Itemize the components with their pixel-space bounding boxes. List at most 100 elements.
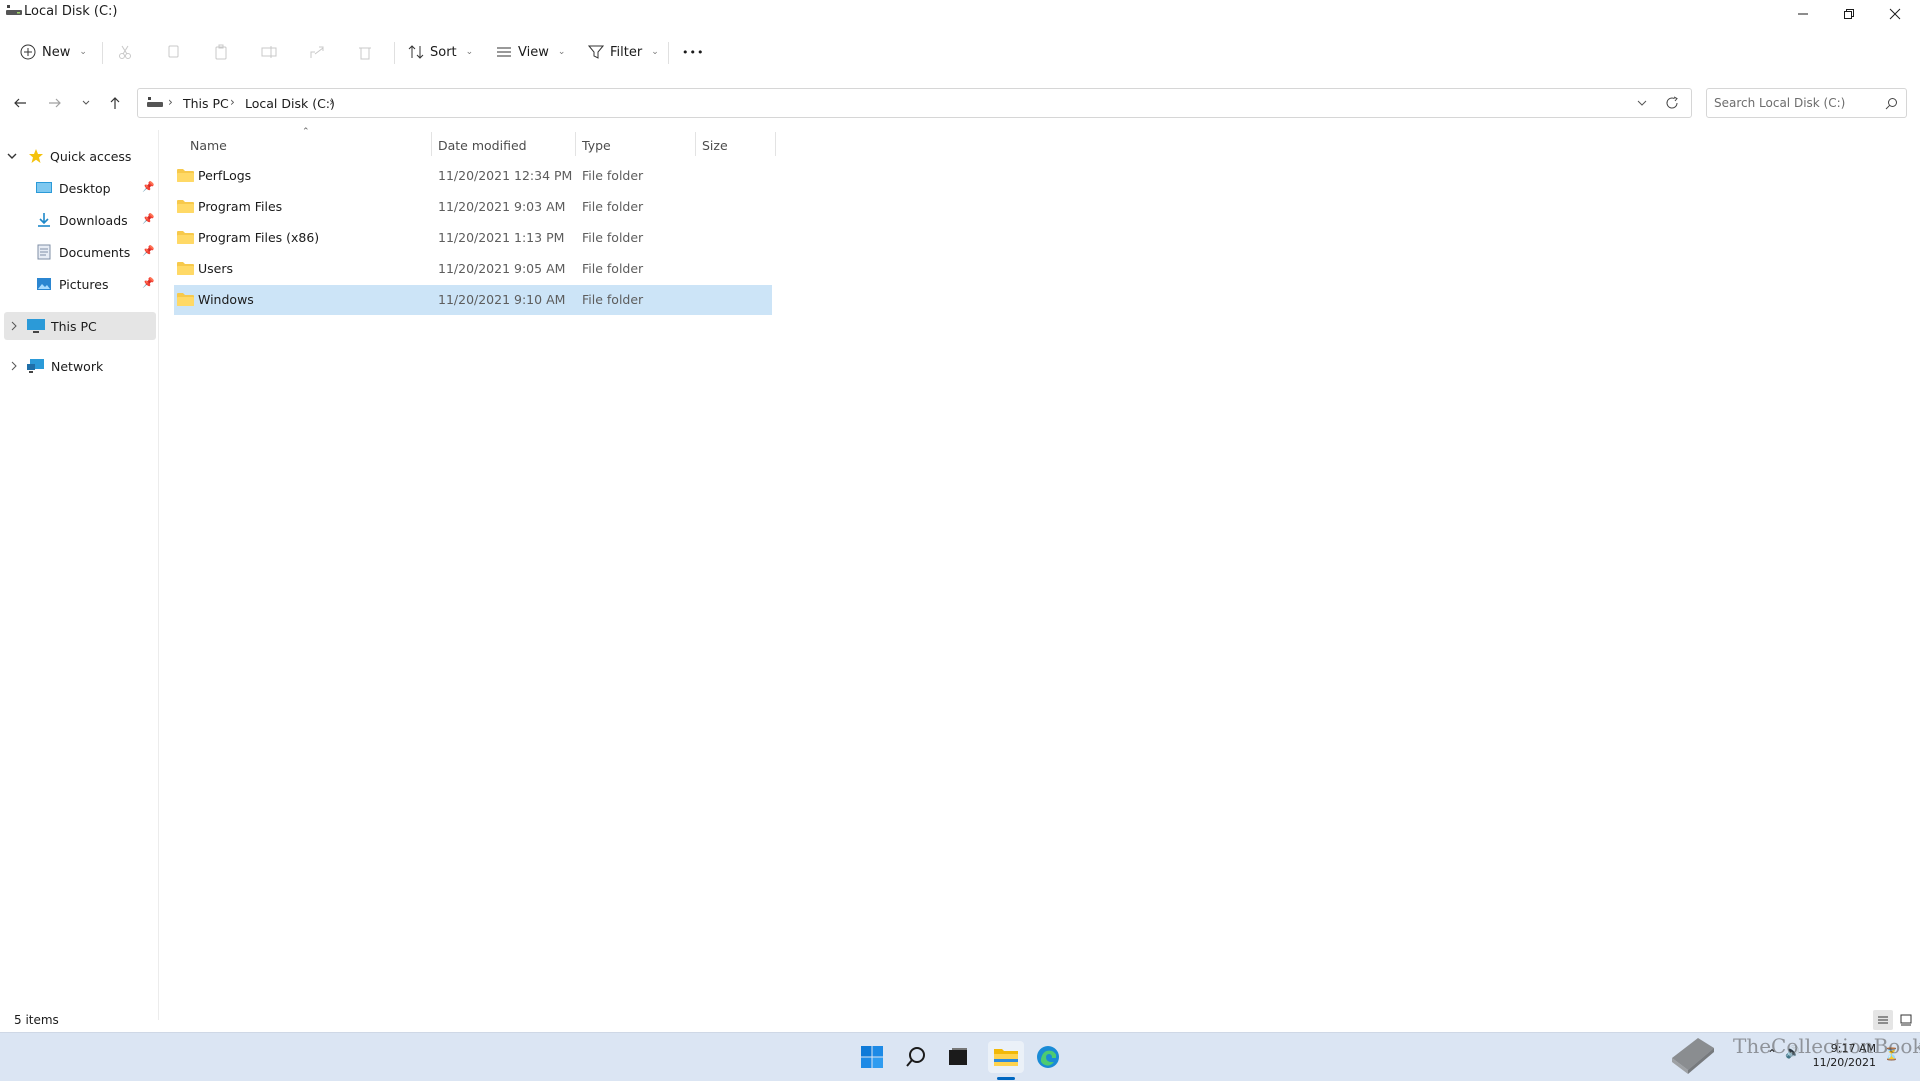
column-divider[interactable] (431, 132, 432, 156)
file-type: File folder (582, 261, 644, 276)
copy-icon[interactable] (161, 40, 185, 64)
nav-network[interactable]: Network (4, 352, 156, 380)
tiles-view-button[interactable] (1896, 1010, 1916, 1030)
edge-button[interactable] (1032, 1041, 1064, 1073)
nav-item-pictures[interactable]: Pictures 📌 (36, 270, 156, 298)
filter-label: Filter (610, 44, 643, 60)
file-explorer-icon (994, 1049, 1018, 1066)
folder-icon (177, 231, 194, 244)
breadcrumb-separator: › (230, 95, 235, 109)
folder-icon (177, 262, 194, 275)
view-label: View (518, 44, 549, 60)
file-explorer-button[interactable] (988, 1041, 1024, 1073)
file-row[interactable]: Users 11/20/2021 9:05 AM File folder (174, 254, 772, 284)
rename-icon[interactable] (257, 40, 281, 64)
chevron-down-icon (82, 100, 90, 105)
window-title: Local Disk (C:) (24, 4, 118, 19)
sort-label: Sort (430, 44, 457, 60)
delete-icon[interactable] (353, 40, 377, 64)
file-row[interactable]: Program Files (x86) 11/20/2021 1:13 PM F… (174, 223, 772, 253)
nav-item-desktop[interactable]: Desktop 📌 (36, 174, 156, 202)
nav-quick-access[interactable]: Quick access (6, 142, 156, 170)
file-date: 11/20/2021 9:03 AM (438, 199, 566, 214)
new-button[interactable]: New ⌄ (20, 36, 87, 68)
nav-item-label: Documents (59, 244, 131, 260)
task-view-icon (949, 1048, 967, 1065)
chevron-down-icon: ⌄ (651, 47, 659, 57)
sort-button[interactable]: Sort ⌄ (408, 36, 473, 68)
column-header-name[interactable]: Name (190, 134, 430, 156)
restore-button[interactable] (1826, 0, 1872, 28)
column-divider[interactable] (575, 132, 576, 156)
view-button[interactable]: View ⌄ (496, 36, 565, 68)
pin-icon: 📌 (142, 182, 155, 193)
column-header-date[interactable]: Date modified (438, 134, 573, 156)
file-row[interactable]: Program Files 11/20/2021 9:03 AM File fo… (174, 192, 772, 222)
search-box[interactable]: Search Local Disk (C:) (1706, 88, 1907, 118)
up-button[interactable] (101, 90, 129, 116)
share-icon[interactable] (305, 40, 329, 64)
close-icon (1889, 8, 1901, 20)
column-header-type[interactable]: Type (582, 134, 692, 156)
pictures-icon (37, 278, 51, 290)
file-row[interactable]: PerfLogs 11/20/2021 12:34 PM File folder (174, 161, 772, 191)
column-divider[interactable] (695, 132, 696, 156)
task-view-button[interactable] (942, 1041, 974, 1073)
column-divider[interactable] (775, 132, 776, 156)
recent-locations-button[interactable] (72, 90, 100, 116)
arrow-right-icon (49, 98, 61, 108)
nav-item-label: Desktop (59, 180, 111, 196)
watermark-text: TheCollectionBook (1733, 1034, 1920, 1058)
search-button[interactable] (900, 1041, 932, 1073)
file-type: File folder (582, 230, 644, 245)
address-bar[interactable]: › This PC › Local Disk (C:) › (137, 88, 1692, 118)
view-icon (497, 47, 511, 57)
chevron-down-icon[interactable] (1637, 98, 1647, 108)
more-options-button[interactable]: ••• (682, 36, 704, 68)
windows-logo-icon (861, 1046, 883, 1068)
forward-button[interactable] (41, 90, 69, 116)
paste-icon[interactable] (209, 40, 233, 64)
status-item-count: 5 items (14, 1013, 59, 1027)
file-date: 11/20/2021 9:05 AM (438, 261, 566, 276)
details-view-icon (1878, 1016, 1888, 1024)
breadcrumb-this-pc[interactable]: This PC (183, 96, 229, 111)
start-button[interactable] (856, 1041, 888, 1073)
title-bar: Local Disk (C:) (0, 0, 1920, 28)
search-placeholder: Search Local Disk (C:) (1714, 96, 1846, 110)
minimize-icon (1798, 13, 1808, 15)
nav-item-documents[interactable]: Documents 📌 (36, 238, 156, 266)
back-button[interactable] (6, 90, 34, 116)
nav-item-label: Downloads (59, 212, 128, 228)
new-label: New (42, 44, 71, 60)
nav-network-label: Network (51, 358, 104, 374)
nav-this-pc[interactable]: This PC (4, 312, 156, 340)
breadcrumb-local-disk[interactable]: Local Disk (C:) (245, 96, 335, 111)
file-row-selected[interactable]: Windows 11/20/2021 9:10 AM File folder (174, 285, 772, 315)
more-options-icon: ••• (682, 45, 705, 59)
search-icon (906, 1047, 925, 1067)
filter-icon (588, 45, 604, 59)
close-button[interactable] (1872, 0, 1918, 28)
filter-button[interactable]: Filter ⌄ (588, 36, 659, 68)
desktop-icon (36, 182, 52, 193)
tiles-view-icon (1900, 1014, 1912, 1026)
folder-icon (177, 293, 194, 306)
taskbar: ⌃ 🔊 9:17 AM 11/20/2021 ⏳ (0, 1032, 1920, 1081)
file-date: 11/20/2021 12:34 PM (438, 168, 573, 183)
minimize-button[interactable] (1780, 0, 1826, 28)
cut-icon[interactable] (113, 40, 137, 64)
file-type: File folder (582, 292, 644, 307)
column-header-label: Date modified (438, 137, 527, 153)
breadcrumb-separator: › (329, 95, 334, 109)
plus-circle-icon (20, 44, 36, 60)
column-header-size[interactable]: Size (702, 134, 772, 156)
nav-item-downloads[interactable]: Downloads 📌 (36, 206, 156, 234)
nav-quick-access-label: Quick access (50, 148, 132, 164)
pin-icon: 📌 (142, 214, 155, 225)
chevron-right-icon (11, 321, 17, 331)
refresh-icon[interactable] (1665, 96, 1679, 110)
file-type: File folder (582, 168, 644, 183)
details-view-button[interactable] (1873, 1010, 1893, 1030)
edge-icon (1037, 1046, 1059, 1068)
